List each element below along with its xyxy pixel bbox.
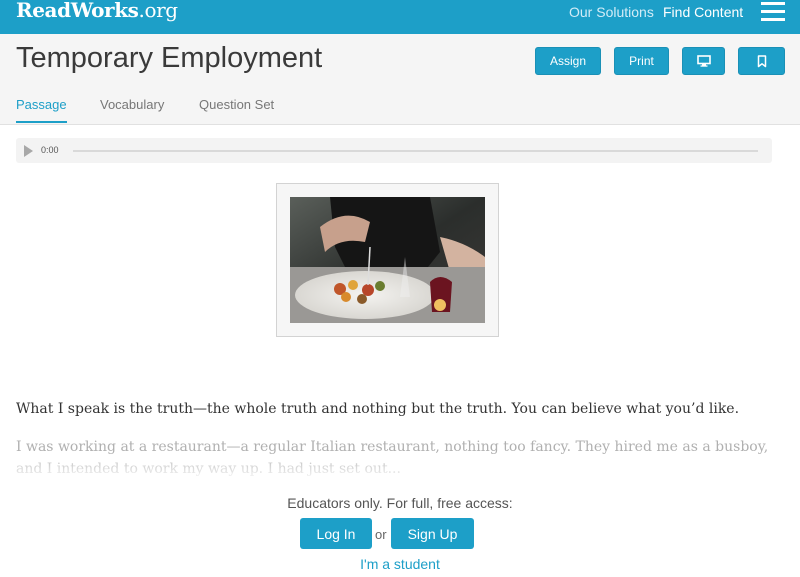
passage-photo (290, 197, 485, 323)
audio-time: 0:00 (41, 145, 59, 155)
readworks-logo[interactable]: ReadWorks.org (16, 0, 178, 22)
audio-player: 0:00 (16, 138, 772, 163)
educators-access-text: Educators only. For full, free access: (287, 495, 513, 511)
page-title: Temporary Employment (16, 42, 323, 74)
student-link[interactable]: I'm a student (0, 556, 800, 572)
log-in-button[interactable]: Log In (300, 518, 372, 549)
bookmark-button[interactable] (738, 47, 785, 75)
tab-question-set[interactable]: Question Set (199, 97, 274, 112)
logo-suffix: .org (138, 0, 179, 22)
present-button[interactable] (682, 47, 725, 75)
find-content-link[interactable]: Find Content (663, 4, 743, 20)
audio-progress-track[interactable] (73, 150, 758, 152)
tab-vocabulary[interactable]: Vocabulary (100, 97, 164, 112)
monitor-icon (696, 55, 711, 67)
text-fade-overlay (0, 452, 800, 482)
or-separator: or (375, 527, 387, 542)
page-header: Temporary Employment Assign Print Passag… (0, 34, 800, 125)
top-navigation-bar: ReadWorks.org Our Solutions Find Content (0, 0, 800, 34)
sign-up-button[interactable]: Sign Up (391, 518, 474, 549)
hamburger-menu-icon[interactable] (761, 2, 785, 22)
passage-image-frame (276, 183, 499, 337)
our-solutions-link[interactable]: Our Solutions (569, 4, 654, 20)
assign-button[interactable]: Assign (535, 47, 601, 75)
print-button[interactable]: Print (614, 47, 669, 75)
passage-paragraph: What I speak is the truth—the whole trut… (16, 401, 740, 417)
active-tab-indicator (16, 121, 67, 123)
tab-passage[interactable]: Passage (16, 97, 67, 112)
bookmark-icon (757, 54, 766, 67)
play-icon[interactable] (24, 145, 33, 157)
logo-text: ReadWorks (16, 0, 139, 22)
